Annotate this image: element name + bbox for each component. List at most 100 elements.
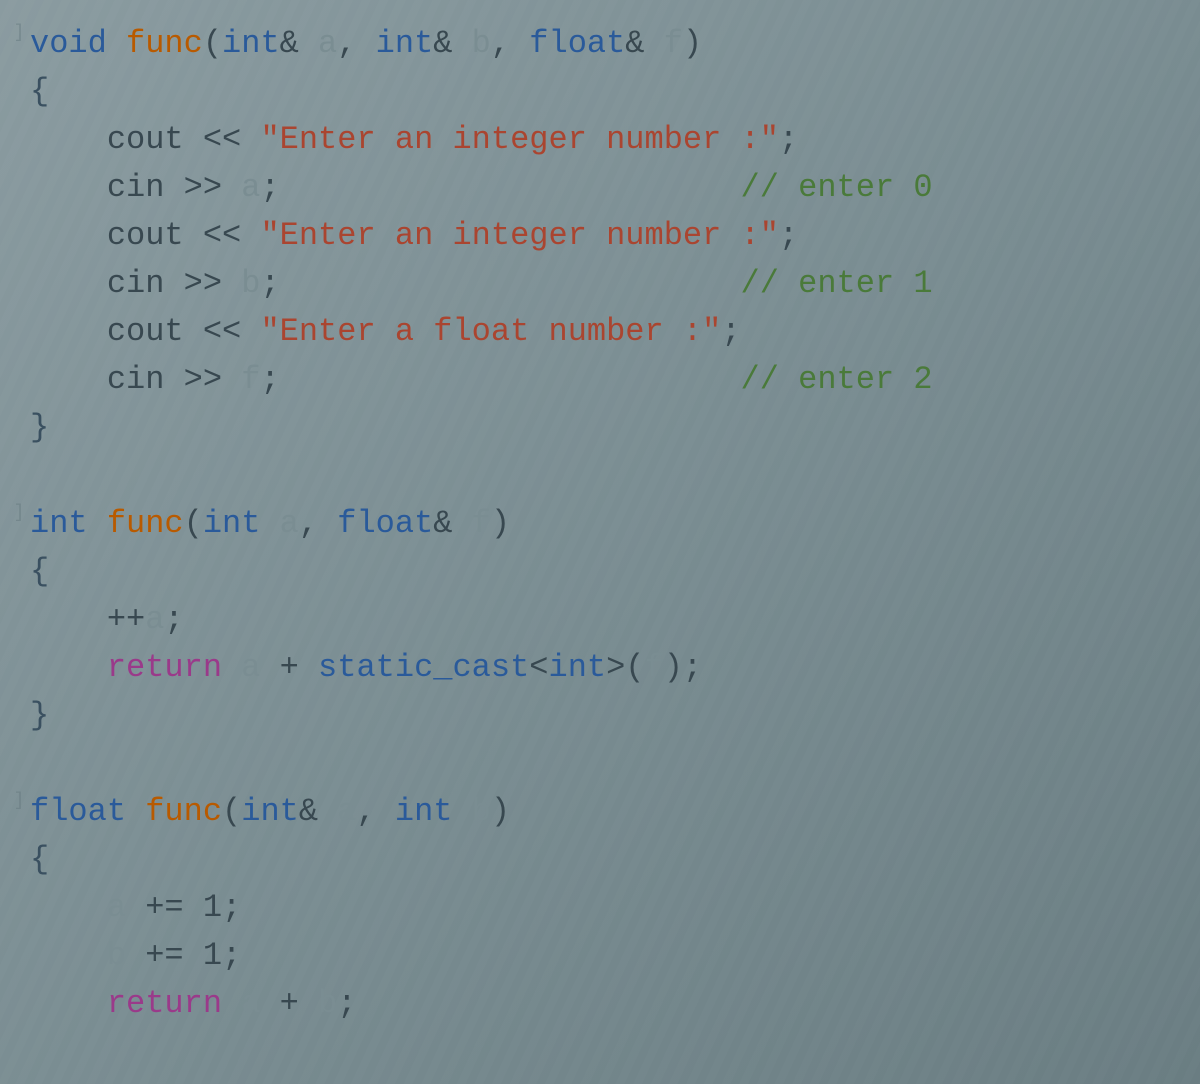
code-token-variable: a bbox=[241, 169, 260, 206]
code-token-operator: += 1; bbox=[126, 889, 241, 926]
code-token-variable: a bbox=[107, 889, 126, 926]
code-token-punct: , bbox=[299, 505, 337, 542]
code-line[interactable]: ]void func(int& a, int& b, float& f) bbox=[10, 20, 1190, 68]
code-token-punct: ; bbox=[779, 217, 798, 254]
code-token-punct: ); bbox=[664, 649, 702, 686]
code-token-variable: a bbox=[318, 25, 337, 62]
code-line[interactable]: ]int func(int a, float& f) bbox=[10, 500, 1190, 548]
code-token-operator: += 1; bbox=[126, 937, 241, 974]
code-token-operator: & bbox=[299, 793, 337, 830]
code-line[interactable] bbox=[10, 740, 1190, 788]
code-token-variable: a bbox=[337, 793, 356, 830]
code-token-keyword-type: int bbox=[203, 505, 261, 542]
code-token-punct: , bbox=[356, 793, 394, 830]
code-token-variable: f bbox=[645, 649, 664, 686]
code-token-string: "Enter an integer number :" bbox=[260, 121, 778, 158]
code-token-punct: ; bbox=[779, 121, 798, 158]
fold-indicator-icon[interactable]: ] bbox=[10, 788, 28, 815]
code-token-punct: ( bbox=[222, 793, 241, 830]
code-token-keyword-type: float bbox=[337, 505, 433, 542]
code-token-keyword-type: static_cast bbox=[318, 649, 529, 686]
code-token-comment: // enter 0 bbox=[741, 169, 933, 206]
code-token-variable: f bbox=[472, 505, 491, 542]
code-token-keyword-control: return bbox=[107, 985, 222, 1022]
code-line[interactable]: return a + static_cast<int>(f); bbox=[10, 644, 1190, 692]
code-token-text bbox=[241, 313, 260, 350]
fold-indicator-icon[interactable]: ] bbox=[10, 500, 28, 527]
code-line[interactable]: ++a; bbox=[10, 596, 1190, 644]
code-token-text bbox=[30, 985, 107, 1022]
code-editor[interactable]: ]void func(int& a, int& b, float& f){ co… bbox=[10, 20, 1190, 1028]
code-token-text bbox=[222, 649, 241, 686]
code-token-variable: a bbox=[280, 505, 299, 542]
code-token-variable: b bbox=[318, 985, 337, 1022]
code-token-keyword-type: int bbox=[222, 25, 280, 62]
code-line[interactable]: { bbox=[10, 68, 1190, 116]
code-token-variable: b bbox=[472, 793, 491, 830]
code-token-func-name: func bbox=[126, 25, 203, 62]
code-token-punct: ; bbox=[164, 601, 183, 638]
code-line[interactable] bbox=[10, 452, 1190, 500]
code-token-keyword-type: int bbox=[395, 793, 453, 830]
code-token-keyword-type: float bbox=[30, 793, 126, 830]
code-token-text: cin bbox=[30, 265, 184, 302]
code-token-variable: a bbox=[241, 985, 260, 1022]
code-token-keyword-type: int bbox=[241, 793, 299, 830]
code-line[interactable]: ]float func(int& a, int b) bbox=[10, 788, 1190, 836]
code-token-keyword-type: float bbox=[529, 25, 625, 62]
code-token-text bbox=[280, 265, 741, 302]
code-token-punct: ; bbox=[260, 265, 279, 302]
code-line[interactable]: cout << "Enter an integer number :"; bbox=[10, 116, 1190, 164]
code-token-text bbox=[30, 457, 49, 494]
code-token-operator: & bbox=[280, 25, 318, 62]
code-line[interactable]: { bbox=[10, 836, 1190, 884]
code-line[interactable]: return a + b; bbox=[10, 980, 1190, 1028]
code-token-text: cout bbox=[30, 313, 203, 350]
code-token-keyword-type: int bbox=[376, 25, 434, 62]
code-token-punct: ) bbox=[491, 793, 510, 830]
code-token-text bbox=[30, 649, 107, 686]
code-token-operator: ++ bbox=[30, 601, 145, 638]
code-token-operator: << bbox=[203, 217, 241, 254]
code-token-operator: >> bbox=[184, 361, 222, 398]
code-line[interactable]: cout << "Enter a float number :"; bbox=[10, 308, 1190, 356]
code-token-keyword-control: return bbox=[107, 649, 222, 686]
code-token-operator: & bbox=[433, 25, 471, 62]
code-token-text bbox=[222, 265, 241, 302]
code-token-comment: // enter 2 bbox=[741, 361, 933, 398]
code-token-func-name: func bbox=[145, 793, 222, 830]
code-token-text bbox=[126, 793, 145, 830]
code-token-operator: << bbox=[203, 121, 241, 158]
code-token-punct: ) bbox=[491, 505, 510, 542]
code-line[interactable]: cin >> a; // enter 0 bbox=[10, 164, 1190, 212]
code-token-string: "Enter a float number :" bbox=[260, 313, 721, 350]
code-token-bracket: } bbox=[30, 409, 49, 446]
code-line[interactable]: b += 1; bbox=[10, 932, 1190, 980]
code-token-text: cout bbox=[30, 217, 203, 254]
code-line[interactable]: cin >> f; // enter 2 bbox=[10, 356, 1190, 404]
code-token-punct: ; bbox=[337, 985, 356, 1022]
code-token-bracket: { bbox=[30, 553, 49, 590]
code-token-operator: + bbox=[260, 985, 318, 1022]
code-token-text bbox=[88, 505, 107, 542]
code-token-operator: + bbox=[260, 649, 318, 686]
code-token-text bbox=[30, 889, 107, 926]
code-line[interactable]: cout << "Enter an integer number :"; bbox=[10, 212, 1190, 260]
code-token-punct: >( bbox=[606, 649, 644, 686]
code-token-text bbox=[30, 745, 49, 782]
code-token-comment: // enter 1 bbox=[741, 265, 933, 302]
code-token-punct: ; bbox=[260, 169, 279, 206]
code-token-string: "Enter an integer number :" bbox=[260, 217, 778, 254]
code-token-bracket: { bbox=[30, 73, 49, 110]
code-token-punct: ) bbox=[683, 25, 702, 62]
code-token-bracket: } bbox=[30, 697, 49, 734]
code-line[interactable]: a += 1; bbox=[10, 884, 1190, 932]
code-line[interactable]: cin >> b; // enter 1 bbox=[10, 260, 1190, 308]
code-token-variable: f bbox=[241, 361, 260, 398]
code-line[interactable]: { bbox=[10, 548, 1190, 596]
code-token-keyword-type: int bbox=[30, 505, 88, 542]
code-line[interactable]: } bbox=[10, 404, 1190, 452]
code-token-variable: b bbox=[472, 25, 491, 62]
fold-indicator-icon[interactable]: ] bbox=[10, 20, 28, 47]
code-line[interactable]: } bbox=[10, 692, 1190, 740]
